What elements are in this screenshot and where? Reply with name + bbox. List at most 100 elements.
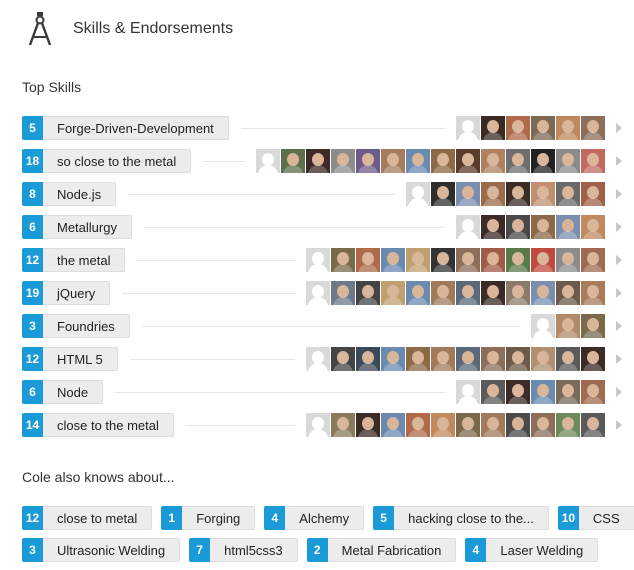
- skill-pill[interactable]: 7 html5css3: [189, 538, 298, 562]
- avatar[interactable]: [406, 281, 430, 305]
- avatar[interactable]: [581, 116, 605, 140]
- avatar[interactable]: [481, 380, 505, 404]
- avatar[interactable]: [331, 413, 355, 437]
- skill-pill[interactable]: 1 Forging: [161, 506, 256, 530]
- skill-pill[interactable]: 8 Node.js: [22, 182, 117, 206]
- avatar[interactable]: [556, 248, 580, 272]
- avatar[interactable]: [531, 116, 555, 140]
- avatar[interactable]: [531, 380, 555, 404]
- avatar[interactable]: [506, 116, 530, 140]
- chevron-right-icon[interactable]: [616, 255, 622, 265]
- skill-pill[interactable]: 12 HTML 5: [22, 347, 118, 371]
- avatar[interactable]: [506, 149, 530, 173]
- avatar[interactable]: [431, 248, 455, 272]
- avatar[interactable]: [481, 413, 505, 437]
- avatar[interactable]: [431, 182, 455, 206]
- avatar[interactable]: [431, 281, 455, 305]
- avatar[interactable]: [531, 413, 555, 437]
- skill-pill[interactable]: 6 Metallurgy: [22, 215, 132, 239]
- avatar[interactable]: [306, 281, 330, 305]
- avatar[interactable]: [456, 248, 480, 272]
- avatar[interactable]: [481, 281, 505, 305]
- avatar[interactable]: [406, 413, 430, 437]
- skill-pill[interactable]: 5 hacking close to the...: [373, 506, 549, 530]
- avatar[interactable]: [456, 281, 480, 305]
- chevron-right-icon[interactable]: [616, 387, 622, 397]
- avatar[interactable]: [506, 215, 530, 239]
- avatar[interactable]: [406, 182, 430, 206]
- avatar[interactable]: [581, 380, 605, 404]
- avatar[interactable]: [406, 149, 430, 173]
- avatar[interactable]: [556, 116, 580, 140]
- avatar[interactable]: [406, 347, 430, 371]
- avatar[interactable]: [456, 116, 480, 140]
- avatar[interactable]: [556, 215, 580, 239]
- avatar[interactable]: [306, 347, 330, 371]
- avatar[interactable]: [556, 380, 580, 404]
- avatar[interactable]: [506, 380, 530, 404]
- avatar[interactable]: [581, 281, 605, 305]
- skill-pill[interactable]: 12 the metal: [22, 248, 126, 272]
- avatar[interactable]: [531, 215, 555, 239]
- avatar[interactable]: [331, 347, 355, 371]
- avatar[interactable]: [431, 413, 455, 437]
- avatar[interactable]: [456, 347, 480, 371]
- avatar[interactable]: [356, 149, 380, 173]
- chevron-right-icon[interactable]: [616, 189, 622, 199]
- avatar[interactable]: [356, 248, 380, 272]
- avatar[interactable]: [531, 281, 555, 305]
- avatar[interactable]: [556, 413, 580, 437]
- avatar[interactable]: [556, 314, 580, 338]
- avatar[interactable]: [406, 248, 430, 272]
- avatar[interactable]: [381, 149, 405, 173]
- avatar[interactable]: [506, 413, 530, 437]
- avatar[interactable]: [256, 149, 280, 173]
- skill-pill[interactable]: 2 Metal Fabrication: [306, 538, 457, 562]
- skill-pill[interactable]: 5 Forge-Driven-Development: [22, 116, 229, 140]
- skill-pill[interactable]: 19 jQuery: [22, 281, 111, 305]
- avatar[interactable]: [306, 413, 330, 437]
- avatar[interactable]: [531, 347, 555, 371]
- avatar[interactable]: [381, 347, 405, 371]
- avatar[interactable]: [531, 248, 555, 272]
- avatar[interactable]: [331, 281, 355, 305]
- chevron-right-icon[interactable]: [616, 420, 622, 430]
- skill-pill[interactable]: 14 close to the metal: [22, 413, 174, 437]
- avatar[interactable]: [506, 281, 530, 305]
- avatar[interactable]: [456, 149, 480, 173]
- avatar[interactable]: [281, 149, 305, 173]
- skill-pill[interactable]: 10 CSS: [557, 506, 634, 530]
- avatar[interactable]: [531, 149, 555, 173]
- avatar[interactable]: [306, 248, 330, 272]
- avatar[interactable]: [581, 314, 605, 338]
- avatar[interactable]: [331, 149, 355, 173]
- skill-pill[interactable]: 6 Node: [22, 380, 104, 404]
- avatar[interactable]: [481, 215, 505, 239]
- avatar[interactable]: [306, 149, 330, 173]
- avatar[interactable]: [431, 347, 455, 371]
- avatar[interactable]: [556, 281, 580, 305]
- chevron-right-icon[interactable]: [616, 288, 622, 298]
- avatar[interactable]: [381, 248, 405, 272]
- avatar[interactable]: [556, 347, 580, 371]
- skill-pill[interactable]: 4 Alchemy: [264, 506, 365, 530]
- avatar[interactable]: [581, 248, 605, 272]
- avatar[interactable]: [481, 347, 505, 371]
- chevron-right-icon[interactable]: [616, 222, 622, 232]
- avatar[interactable]: [581, 182, 605, 206]
- avatar[interactable]: [456, 380, 480, 404]
- avatar[interactable]: [456, 182, 480, 206]
- avatar[interactable]: [556, 149, 580, 173]
- avatar[interactable]: [531, 182, 555, 206]
- avatar[interactable]: [556, 182, 580, 206]
- avatar[interactable]: [506, 248, 530, 272]
- avatar[interactable]: [581, 413, 605, 437]
- avatar[interactable]: [531, 314, 555, 338]
- avatar[interactable]: [481, 182, 505, 206]
- avatar[interactable]: [456, 413, 480, 437]
- avatar[interactable]: [581, 149, 605, 173]
- chevron-right-icon[interactable]: [616, 156, 622, 166]
- avatar[interactable]: [331, 248, 355, 272]
- avatar[interactable]: [356, 347, 380, 371]
- avatar[interactable]: [381, 413, 405, 437]
